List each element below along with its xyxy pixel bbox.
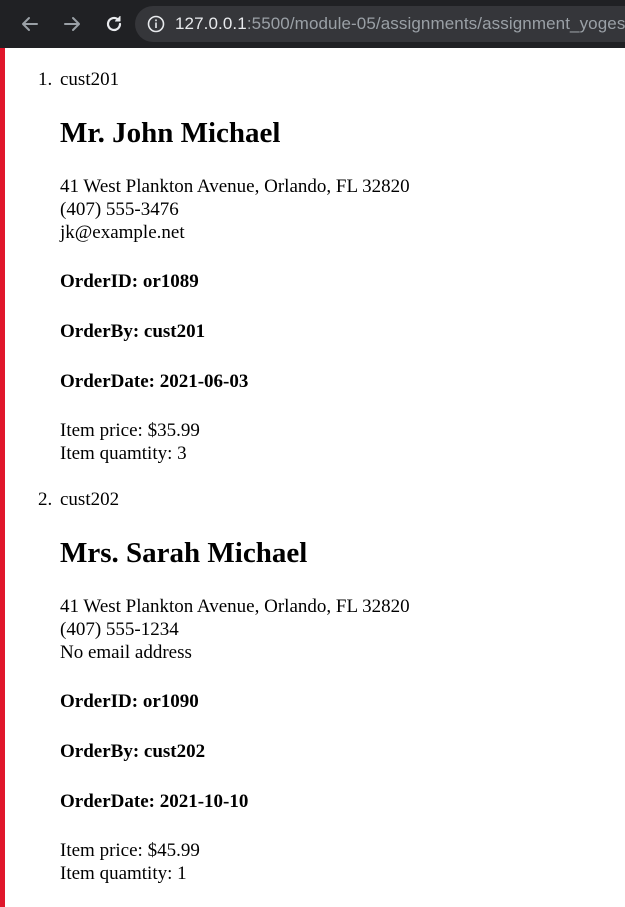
customer-address: 41 West Plankton Avenue, Orlando, FL 328… <box>60 176 410 197</box>
address-bar[interactable]: 127.0.0.1:5500/module-05/assignments/ass… <box>135 6 625 42</box>
url-text: 127.0.0.1:5500/module-05/assignments/ass… <box>175 14 625 34</box>
order-id: OrderID: or1090 <box>60 691 199 712</box>
arrow-right-icon <box>64 17 80 31</box>
customer-phone: (407) 555-3476 <box>60 199 179 220</box>
info-icon[interactable] <box>147 15 165 33</box>
customer-id: cust201 <box>60 69 120 90</box>
customer-phone: (407) 555-1234 <box>60 619 179 640</box>
forward-button[interactable] <box>60 12 84 36</box>
customer-email: No email address <box>60 642 192 663</box>
url-host: 127.0.0.1 <box>175 14 247 33</box>
reload-button[interactable] <box>102 12 126 36</box>
page-left-border <box>0 48 5 907</box>
item-quantity: Item quamtity: 3 <box>60 443 187 464</box>
customer-email: jk@example.net <box>60 222 185 243</box>
customer-name: Mr. John Michael <box>60 117 281 149</box>
customer-name: Mrs. Sarah Michael <box>60 537 308 569</box>
order-date: OrderDate: 2021-10-10 <box>60 791 249 812</box>
list-number: 2. <box>38 489 53 510</box>
order-by: OrderBy: cust202 <box>60 741 206 762</box>
reload-icon <box>106 16 122 32</box>
item-price: Item price: $45.99 <box>60 840 200 861</box>
order-date: OrderDate: 2021-06-03 <box>60 371 249 392</box>
item-quantity: Item quamtity: 1 <box>60 863 187 884</box>
list-number: 1. <box>38 69 53 90</box>
item-price: Item price: $35.99 <box>60 420 200 441</box>
browser-toolbar: 127.0.0.1:5500/module-05/assignments/ass… <box>0 0 625 48</box>
customer-id: cust202 <box>60 489 120 510</box>
order-id: OrderID: or1089 <box>60 271 199 292</box>
arrow-left-icon <box>22 17 38 31</box>
url-path: :5500/module-05/assignments/assignment_y… <box>246 14 625 33</box>
back-button[interactable] <box>18 12 42 36</box>
customer-address: 41 West Plankton Avenue, Orlando, FL 328… <box>60 596 410 617</box>
order-by: OrderBy: cust201 <box>60 321 206 342</box>
